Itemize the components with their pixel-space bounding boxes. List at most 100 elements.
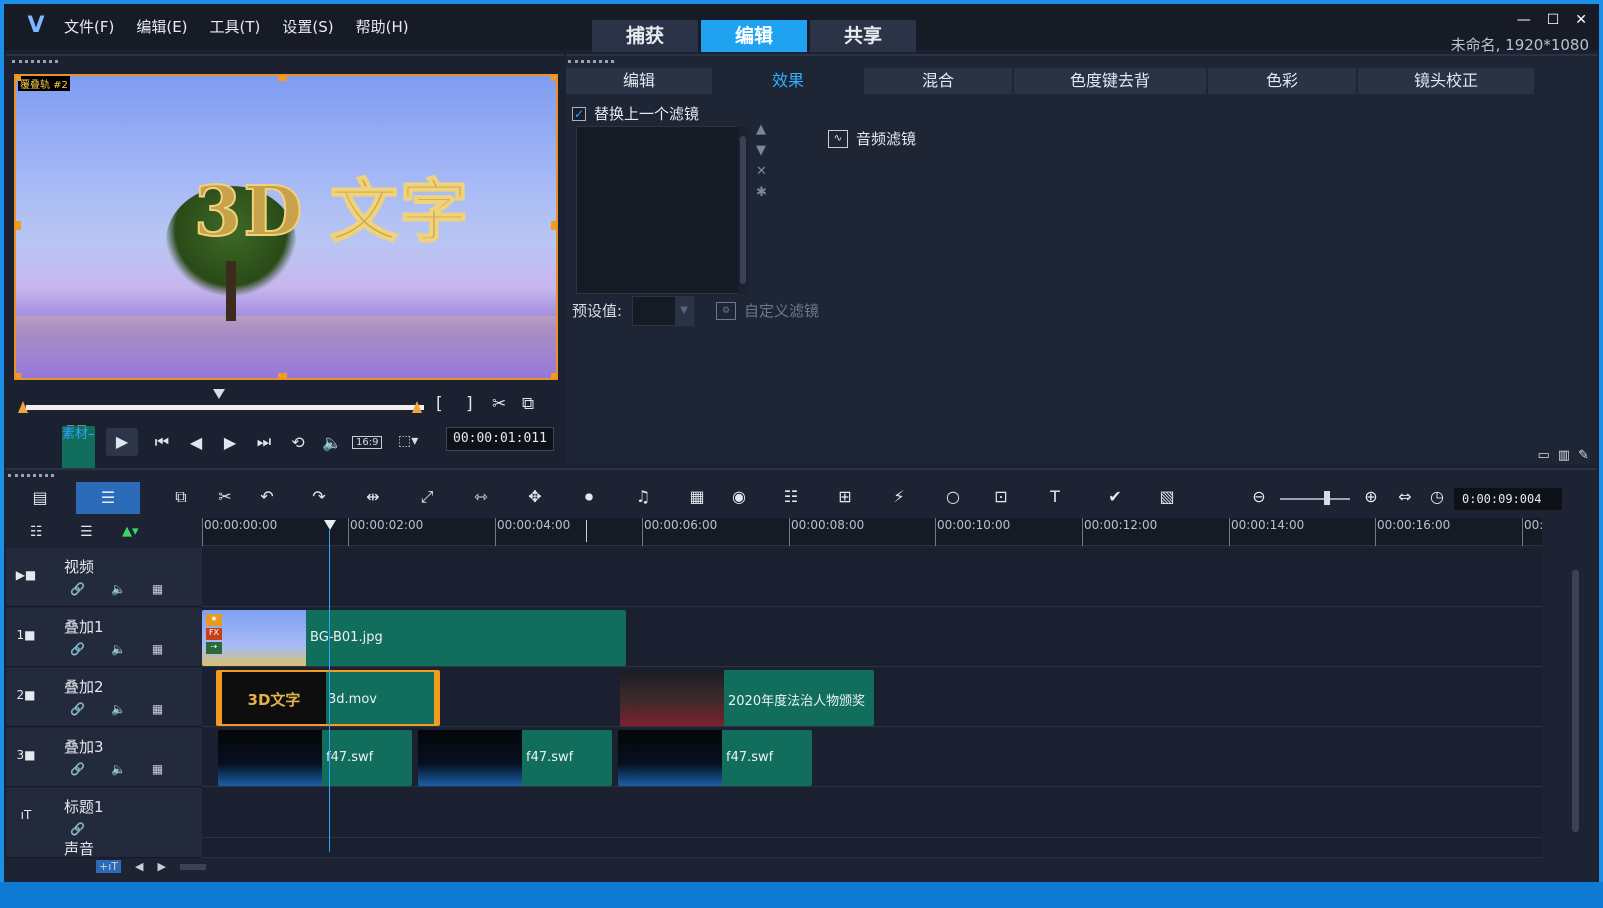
- playhead[interactable]: [329, 530, 330, 852]
- ripple-icon[interactable]: ▦: [152, 762, 163, 776]
- zoom-slider[interactable]: [1280, 498, 1350, 500]
- playhead-marker[interactable]: [324, 520, 336, 530]
- mute-icon[interactable]: 🔈: [111, 642, 126, 656]
- crop-mode-icon[interactable]: ⬚▾: [398, 433, 418, 449]
- tab-share[interactable]: 共享: [810, 20, 916, 52]
- previous-frame-icon[interactable]: ◀: [186, 433, 206, 452]
- tab-options-edit[interactable]: 编辑: [566, 68, 714, 94]
- ripple-icon[interactable]: ▦: [152, 702, 163, 716]
- horizontal-scroll-thumb[interactable]: [179, 863, 206, 870]
- link-icon[interactable]: 🔗: [70, 642, 85, 656]
- track-header-video[interactable]: ▶■ 视频 🔗 🔈 ▦: [6, 548, 202, 607]
- storyboard-view-button[interactable]: ▤: [8, 482, 72, 514]
- tab-options-chroma-key[interactable]: 色度键去背: [1014, 68, 1208, 94]
- mute-icon[interactable]: 🔈: [111, 582, 126, 596]
- zoom-out-icon[interactable]: ⊖: [1244, 484, 1274, 510]
- track-lane-overlay-2[interactable]: 3D文字 3d.mov 2020年度法治人物颁奖: [202, 668, 1542, 727]
- repeat-icon[interactable]: ⟲: [288, 433, 308, 452]
- close-icon[interactable]: ✕: [1575, 12, 1587, 28]
- undo-icon[interactable]: ↶: [252, 484, 282, 510]
- resize-handle[interactable]: [278, 373, 287, 378]
- move-up-icon[interactable]: ▲: [756, 122, 767, 137]
- copy-attributes-icon[interactable]: ⧉: [166, 484, 196, 510]
- layout-2-icon[interactable]: ▥: [1558, 448, 1570, 463]
- track-header-voice[interactable]: 声音: [6, 838, 202, 858]
- move-down-icon[interactable]: ▼: [756, 143, 767, 158]
- copy-icon[interactable]: ⧉: [522, 394, 534, 414]
- scroll-left-icon[interactable]: ◀: [135, 860, 143, 873]
- link-icon[interactable]: 🔗: [70, 702, 85, 716]
- menu-tools[interactable]: 工具(T): [210, 16, 261, 37]
- delete-filter-icon[interactable]: ✕: [756, 164, 767, 179]
- filter-list[interactable]: [576, 126, 744, 294]
- link-icon[interactable]: 🔗: [70, 762, 85, 776]
- track-lane-overlay-1[interactable]: ★ FX ⇢ BG-B01.jpg: [202, 608, 1542, 667]
- tab-options-lens-correction[interactable]: 镜头校正: [1358, 68, 1536, 94]
- layout-1-icon[interactable]: ▭: [1538, 448, 1550, 463]
- preset-select[interactable]: ▼: [632, 296, 694, 326]
- maximize-icon[interactable]: ☐: [1547, 12, 1560, 28]
- track-manager-icon[interactable]: ☷: [30, 524, 43, 540]
- edit-layout-icon[interactable]: ✎: [1578, 448, 1589, 463]
- filter-settings-icon[interactable]: ✱: [756, 185, 767, 200]
- add-track-button[interactable]: +ıT: [96, 860, 121, 873]
- subtitle-icon[interactable]: ☷: [776, 484, 806, 510]
- multicam-icon[interactable]: ▦: [682, 484, 712, 510]
- zoom-in-icon[interactable]: ⊕: [1356, 484, 1386, 510]
- color-grading-icon[interactable]: ✔: [1100, 484, 1130, 510]
- fit-timeline-icon[interactable]: ⇹: [358, 484, 388, 510]
- options-scrollbar[interactable]: [1581, 68, 1593, 452]
- timeline-vertical-scrollbar[interactable]: [1569, 548, 1581, 848]
- resize-handle[interactable]: [16, 221, 21, 230]
- track-lane-video[interactable]: [202, 548, 1542, 607]
- resize-handle[interactable]: [551, 373, 556, 378]
- clip-f47-swf[interactable]: f47.swf: [618, 730, 812, 786]
- split-clip-icon[interactable]: ✂: [492, 394, 506, 414]
- menu-edit[interactable]: 编辑(E): [136, 16, 187, 37]
- project-duration[interactable]: 0:00:09:004: [1454, 488, 1562, 510]
- panel-grip[interactable]: [568, 60, 614, 63]
- clip-bg-b01[interactable]: ★ FX ⇢ BG-B01.jpg: [202, 610, 626, 666]
- preview-window[interactable]: 3D 文字 覆叠轨 #2: [14, 74, 558, 380]
- audio-filter-button[interactable]: ∿ 音频滤镜: [828, 128, 916, 149]
- aspect-ratio-button[interactable]: 16:9: [352, 436, 383, 449]
- link-icon[interactable]: 🔗: [70, 582, 85, 596]
- 3d-title-icon[interactable]: T: [1040, 484, 1070, 510]
- track-lane-voice[interactable]: [202, 838, 1542, 858]
- track-header-overlay-3[interactable]: 3■ 叠加3 🔗 🔈 ▦: [6, 728, 202, 787]
- smart-proxy-icon[interactable]: ⊡: [986, 484, 1016, 510]
- panel-grip[interactable]: [8, 474, 54, 477]
- mark-out-button[interactable]: ]: [466, 394, 473, 414]
- motion-icon[interactable]: ✥: [520, 484, 550, 510]
- tab-options-color[interactable]: 色彩: [1208, 68, 1358, 94]
- mute-icon[interactable]: 🔈: [111, 762, 126, 776]
- clip-award-video[interactable]: 2020年度法治人物颁奖: [620, 670, 874, 726]
- menu-settings[interactable]: 设置(S): [282, 16, 333, 37]
- clip-f47-swf[interactable]: f47.swf: [418, 730, 612, 786]
- zoom-slider-thumb[interactable]: [1324, 491, 1330, 505]
- resize-handle[interactable]: [551, 76, 556, 81]
- scrub-bar[interactable]: [26, 405, 424, 410]
- resize-handle[interactable]: [16, 373, 21, 378]
- mute-icon[interactable]: 🔈: [111, 702, 126, 716]
- pan-zoom-icon[interactable]: ⤢: [412, 484, 442, 510]
- clip-f47-swf[interactable]: f47.swf: [218, 730, 412, 786]
- home-icon[interactable]: ⏮: [152, 432, 172, 452]
- tab-capture[interactable]: 捕获: [592, 20, 698, 52]
- tab-options-blend[interactable]: 混合: [864, 68, 1014, 94]
- link-icon[interactable]: 🔗: [70, 822, 85, 836]
- next-frame-icon[interactable]: ▶: [220, 433, 240, 452]
- record-icon[interactable]: ⏺: [574, 484, 604, 510]
- menu-help[interactable]: 帮助(H): [356, 16, 409, 37]
- menu-file[interactable]: 文件(F): [64, 16, 114, 37]
- mark-in-button[interactable]: [: [436, 394, 443, 414]
- tools-icon[interactable]: ✂: [210, 484, 240, 510]
- split-icon[interactable]: ⇿: [466, 484, 496, 510]
- scroll-right-icon[interactable]: ▶: [157, 860, 165, 873]
- end-icon[interactable]: ⏭: [254, 432, 274, 452]
- filter-list-scrollbar[interactable]: [738, 126, 748, 294]
- timeline-ruler[interactable]: 00:00:00:00 00:00:02:00 00:00:04:00 00:0…: [202, 518, 1543, 546]
- play-icon[interactable]: ▶: [106, 428, 138, 456]
- volume-icon[interactable]: 🔈: [322, 433, 342, 452]
- split-screen-icon[interactable]: ⊞: [830, 484, 860, 510]
